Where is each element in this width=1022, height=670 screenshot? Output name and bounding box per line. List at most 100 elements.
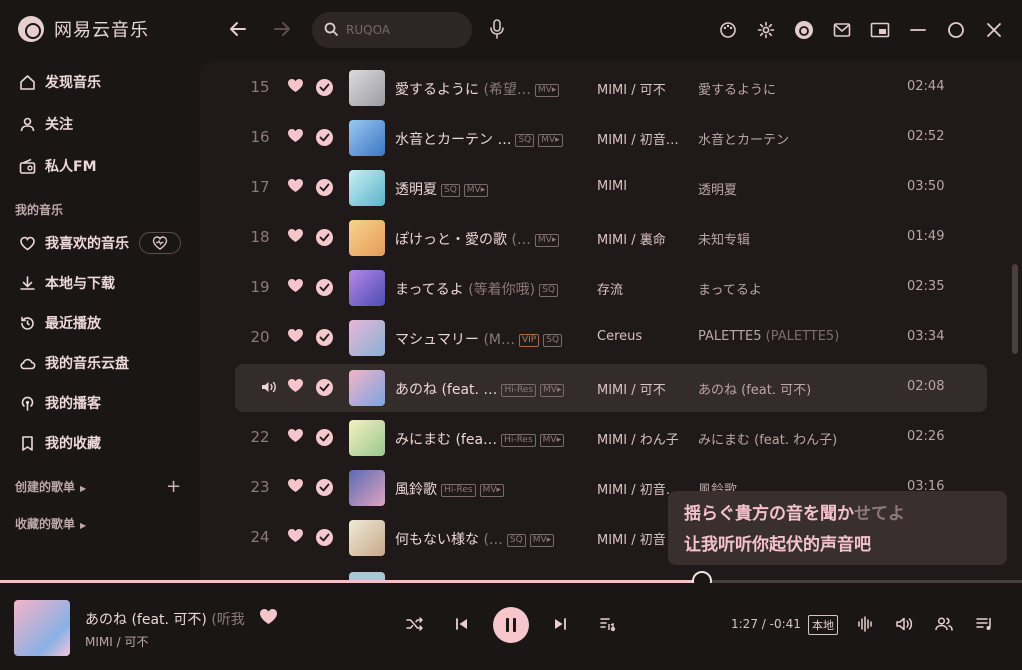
song-cover[interactable] [349,420,385,456]
sidebar-item-recent[interactable]: 最近播放 [18,310,101,336]
mv-tag[interactable]: MV▸ [529,534,555,547]
song-album[interactable]: 透明夏 [698,179,898,198]
close-icon[interactable] [982,16,1006,44]
previous-track-icon[interactable] [451,613,473,635]
sidebar-item-discover[interactable]: 发现音乐 [18,69,101,95]
now-playing-artist[interactable]: MIMI / 可不 [85,633,148,650]
song-artist[interactable]: Cereus [597,329,687,344]
like-heart-icon[interactable] [259,608,278,629]
song-artist[interactable]: MIMI / 可不 [597,79,687,98]
liked-heart-icon[interactable] [287,478,304,497]
sidebar-item-liked-music[interactable]: 我喜欢的音乐 [18,230,181,256]
pause-button[interactable] [493,607,529,643]
song-cover[interactable] [349,70,385,106]
mv-tag[interactable]: MV▸ [463,184,489,197]
song-title[interactable]: 透明夏 SQ MV▸ [395,179,595,199]
mv-tag[interactable]: MV▸ [540,384,565,397]
song-cover[interactable] [349,470,385,506]
list-scrollbar[interactable] [1012,264,1018,354]
mv-tag[interactable]: MV▸ [479,484,505,497]
song-title[interactable]: 水音とカーテン … SQ MV▸ [395,129,595,149]
playlist-queue-icon[interactable] [974,613,996,635]
shuffle-icon[interactable] [404,613,426,635]
song-row[interactable]: 15 愛するように (希望… MV▸ MIMI / 可不 愛するように 02:44 [235,64,987,112]
song-title[interactable]: まってるよ (等着你哦) SQ [395,279,595,299]
forward-arrow-icon[interactable] [270,18,294,42]
song-artist[interactable]: MIMI [597,179,687,194]
song-row[interactable]: 19 まってるよ (等着你哦) SQ 存流 まってるよ 02:35 [235,264,987,312]
liked-heart-icon[interactable] [287,378,304,397]
next-track-icon[interactable] [549,613,571,635]
song-row[interactable]: 16 水音とカーテン … SQ MV▸ MIMI / 初音… 水音とカーテン 02:52 [235,114,987,162]
song-row[interactable]: あのね (feat. … Hi-Res MV▸ MIMI / 可不 あのね (feat.… [235,364,987,412]
liked-heart-icon[interactable] [287,78,304,97]
song-album[interactable]: まってるよ [698,279,898,298]
song-row[interactable]: 18 ぽけっと・愛の歌 (… MV▸ MIMI / 裏命 未知专辑 01:49 [235,214,987,262]
song-album[interactable]: PALETTE5 (PALETTE5) [698,329,898,344]
sound-effect-icon[interactable] [854,613,876,635]
sidebar-item-follow[interactable]: 关注 [18,111,73,137]
app-logo[interactable]: 网易云音乐 [18,16,149,42]
created-playlists-heading[interactable]: 创建的歌单 ▶ [15,478,86,495]
sidebar-item-podcast[interactable]: 我的播客 [18,390,101,416]
song-cover[interactable] [349,220,385,256]
heart-mode-button[interactable] [139,232,181,254]
song-artist[interactable]: 存流 [597,279,687,298]
mv-tag[interactable]: MV▸ [534,234,560,247]
song-cover[interactable] [349,170,385,206]
listen-together-icon[interactable] [933,613,955,635]
sidebar-item-local-download[interactable]: 本地与下载 [18,270,115,296]
liked-heart-icon[interactable] [287,428,304,447]
collected-playlists-heading[interactable]: 收藏的歌单 ▶ [15,515,86,532]
sidebar-item-cloud[interactable]: 我的音乐云盘 [18,350,129,376]
song-album[interactable]: 未知专辑 [698,229,898,248]
song-album[interactable]: 愛するように [698,79,898,98]
song-artist[interactable]: MIMI / 可不 [597,379,687,398]
song-album[interactable]: あのね (feat. 可不) [698,379,898,398]
song-title[interactable]: 何もない様な (… SQ MV▸ [395,529,595,549]
search-input[interactable] [346,23,456,37]
song-row[interactable]: 22 みにまむ (fea… Hi-Res MV▸ MIMI / わん子 みにまむ (fea… [235,414,987,462]
liked-heart-icon[interactable] [287,178,304,197]
desktop-lyric[interactable]: 揺らぐ貴方の音を聞かせてよ 让我听听你起伏的声音吧 [668,491,1007,565]
mv-tag[interactable]: MV▸ [538,134,563,147]
song-artist[interactable]: MIMI / 裏命 [597,229,687,248]
add-playlist-icon[interactable]: + [166,476,181,497]
song-row[interactable]: 20 マシュマリー (M… VIP SQ Cereus PALETTE5 (PALETTE… [235,314,987,362]
microphone-icon[interactable] [488,18,508,42]
mv-tag[interactable]: MV▸ [539,434,565,447]
play-mode-icon[interactable] [597,613,619,635]
liked-heart-icon[interactable] [287,528,304,547]
back-arrow-icon[interactable] [226,18,250,42]
liked-heart-icon[interactable] [287,328,304,347]
volume-icon[interactable] [893,613,915,635]
palette-icon[interactable] [716,16,740,44]
mini-player-icon[interactable] [868,16,892,44]
song-title[interactable]: マシュマリー (M… VIP SQ [395,329,595,349]
mv-tag[interactable]: MV▸ [534,84,560,97]
song-artist[interactable]: MIMI / わん子 [597,429,687,448]
song-title[interactable]: 風鈴歌 Hi-Res MV▸ [395,479,595,499]
liked-heart-icon[interactable] [287,278,304,297]
mail-icon[interactable] [830,16,854,44]
minimize-icon[interactable] [906,16,930,44]
maximize-icon[interactable] [944,16,968,44]
song-title[interactable]: あのね (feat. … Hi-Res MV▸ [395,379,595,399]
song-cover[interactable] [349,120,385,156]
song-title[interactable]: みにまむ (fea… Hi-Res MV▸ [395,429,595,449]
search-box[interactable] [312,12,472,48]
song-artist[interactable]: MIMI / 初音… [597,129,687,148]
song-row[interactable]: 17 透明夏 SQ MV▸ MIMI 透明夏 03:50 [235,164,987,212]
liked-heart-icon[interactable] [287,228,304,247]
now-playing-cover[interactable] [14,600,70,656]
song-album[interactable]: 水音とカーテン [698,129,898,148]
song-cover[interactable] [349,270,385,306]
sidebar-item-collection[interactable]: 我的收藏 [18,430,101,456]
now-playing-title[interactable]: あのね (feat. 可不) (听我 [85,609,245,629]
settings-gear-icon[interactable] [754,16,778,44]
song-cover[interactable] [349,520,385,556]
song-album[interactable]: みにまむ (feat. わん子) [698,429,898,448]
song-cover[interactable] [349,370,385,406]
song-title[interactable]: 愛するように (希望… MV▸ [395,79,595,99]
liked-heart-icon[interactable] [287,128,304,147]
